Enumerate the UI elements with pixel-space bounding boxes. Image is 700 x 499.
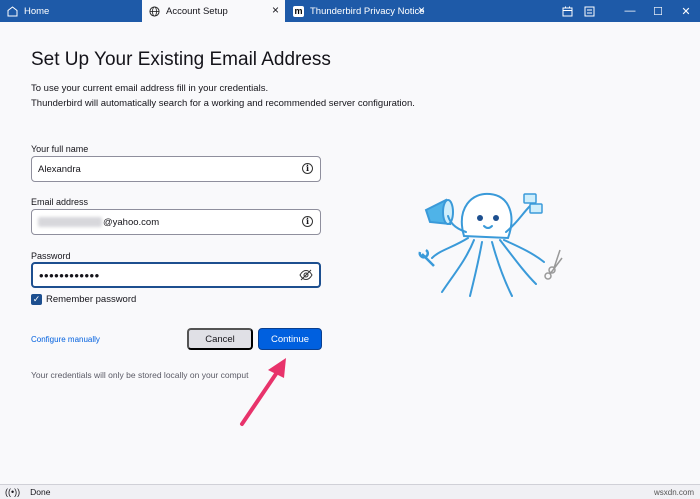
home-icon <box>6 5 18 17</box>
email-label: Email address <box>31 197 89 207</box>
tab-account-setup[interactable]: Account Setup × <box>142 0 285 22</box>
tab-home-label: Home <box>24 5 50 17</box>
calendar-icon[interactable] <box>556 0 578 22</box>
status-bar: ((•)) Done <box>0 484 700 499</box>
email-domain: @yahoo.com <box>103 216 160 228</box>
password-field[interactable]: •••••••••••• <box>31 262 321 288</box>
m-logo-icon: m <box>293 5 304 17</box>
tab-privacy-notice-label: Thunderbird Privacy Notice <box>310 5 425 17</box>
window-controls: — ☐ ✕ <box>556 0 700 22</box>
watermark: wsxdn.com <box>653 488 694 497</box>
octopus-illustration-icon <box>418 192 563 297</box>
intro-line-2: Thunderbird will automatically search fo… <box>31 98 415 109</box>
intro-line-1: To use your current email address fill i… <box>31 83 269 94</box>
tab-bar: Home Account Setup × m Thunderbird Priva… <box>0 0 700 22</box>
tab-privacy-notice[interactable]: m Thunderbird Privacy Notice × <box>287 0 431 22</box>
close-window-icon[interactable]: ✕ <box>672 0 700 22</box>
full-name-label: Your full name <box>31 144 89 154</box>
remember-password[interactable]: ✓ Remember password <box>31 294 136 305</box>
full-name-field[interactable]: Alexandra i <box>31 156 321 182</box>
minimize-icon[interactable]: — <box>616 0 644 22</box>
intro-text: To use your current email address fill i… <box>31 81 415 111</box>
close-tab-icon[interactable]: × <box>272 4 279 16</box>
continue-button[interactable]: Continue <box>258 328 322 350</box>
tab-home[interactable]: Home <box>0 0 142 22</box>
info-icon[interactable]: i <box>302 216 313 227</box>
hide-password-icon[interactable] <box>299 269 313 281</box>
configure-manually-link[interactable]: Configure manually <box>31 335 100 344</box>
globe-icon <box>148 5 160 17</box>
activity-icon: ((•)) <box>5 487 21 497</box>
cancel-button[interactable]: Cancel <box>187 328 253 350</box>
close-tab-icon[interactable]: × <box>418 4 425 16</box>
full-name-value: Alexandra <box>38 163 81 175</box>
remember-label: Remember password <box>46 294 137 305</box>
page-title: Set Up Your Existing Email Address <box>31 49 331 70</box>
password-value: •••••••••••• <box>39 267 100 283</box>
remember-checkbox[interactable]: ✓ <box>31 294 42 305</box>
info-icon[interactable]: i <box>302 163 313 174</box>
password-label: Password <box>31 251 71 261</box>
status-text: Done <box>30 487 51 497</box>
blurred-email-user <box>38 217 102 227</box>
tasks-icon[interactable] <box>578 0 600 22</box>
tab-account-setup-label: Account Setup <box>166 5 228 17</box>
credentials-footnote: Your credentials will only be stored loc… <box>31 370 249 380</box>
arrow-annotation-icon <box>240 358 286 426</box>
email-field[interactable]: @yahoo.com i <box>31 209 321 235</box>
maximize-icon[interactable]: ☐ <box>644 0 672 22</box>
